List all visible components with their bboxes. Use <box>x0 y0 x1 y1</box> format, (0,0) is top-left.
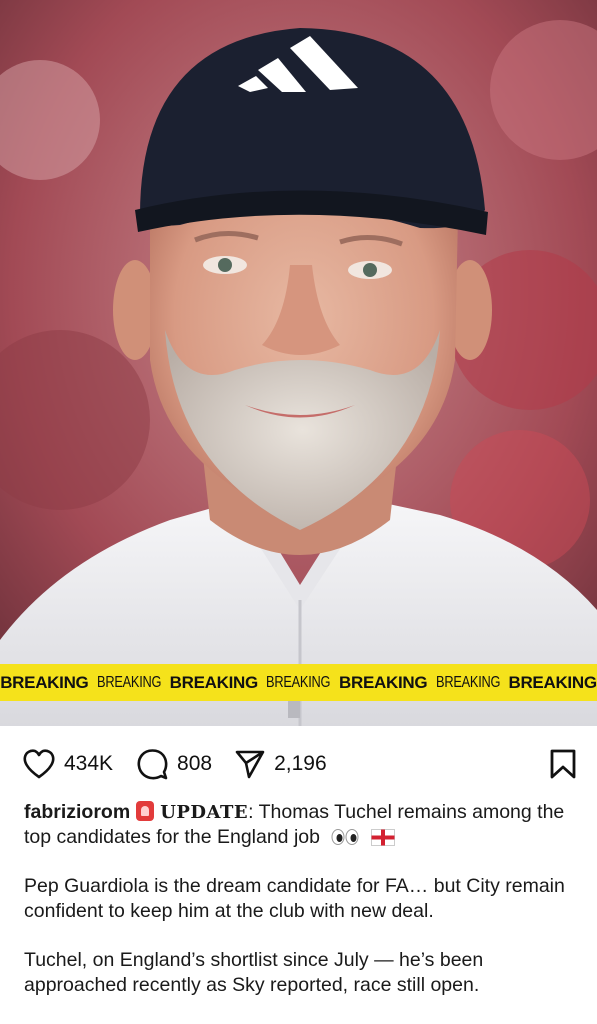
caption-paragraph: fabriziorom UPDATE: Thomas Tuchel remains… <box>24 800 574 850</box>
post-caption: fabriziorom UPDATE: Thomas Tuchel remains… <box>24 800 574 1022</box>
breaking-word: BREAKING <box>508 672 597 692</box>
breaking-word: BREAKING <box>96 673 162 691</box>
england-flag-icon <box>370 829 395 846</box>
like-button[interactable]: 434K <box>22 748 113 780</box>
siren-emoji-icon <box>136 801 155 821</box>
update-label: UPDATE <box>160 802 249 823</box>
breaking-word: BREAKING <box>0 672 89 692</box>
post-action-bar: 434K 808 2,196 <box>22 744 577 784</box>
share-count: 2,196 <box>274 752 327 775</box>
username-link[interactable]: fabriziorom <box>24 801 130 823</box>
breaking-word: BREAKING <box>339 672 428 692</box>
breaking-word: BREAKING <box>435 673 501 691</box>
save-button[interactable] <box>549 748 577 785</box>
post-image[interactable] <box>0 0 597 726</box>
tuchel-portrait-image <box>0 0 597 726</box>
breaking-word: BREAKING <box>169 672 259 692</box>
share-button[interactable]: 2,196 <box>234 748 327 780</box>
comment-button[interactable]: 808 <box>135 747 212 781</box>
caption-paragraph: Pep Guardiola is the dream candidate for… <box>24 875 565 922</box>
like-count: 434K <box>64 752 114 775</box>
breaking-word: BREAKING <box>266 673 331 691</box>
eyes-emoji-icon <box>331 829 359 845</box>
caption-paragraph: Tuchel, on England’s shortlist since Jul… <box>24 949 484 996</box>
bookmark-icon <box>550 749 576 779</box>
breaking-banner: BREAKING BREAKING BREAKING BREAKING BREA… <box>0 664 597 701</box>
comment-count: 808 <box>177 752 213 775</box>
paper-plane-icon <box>235 750 265 779</box>
speech-bubble-icon <box>137 749 168 780</box>
heart-icon <box>23 749 55 779</box>
